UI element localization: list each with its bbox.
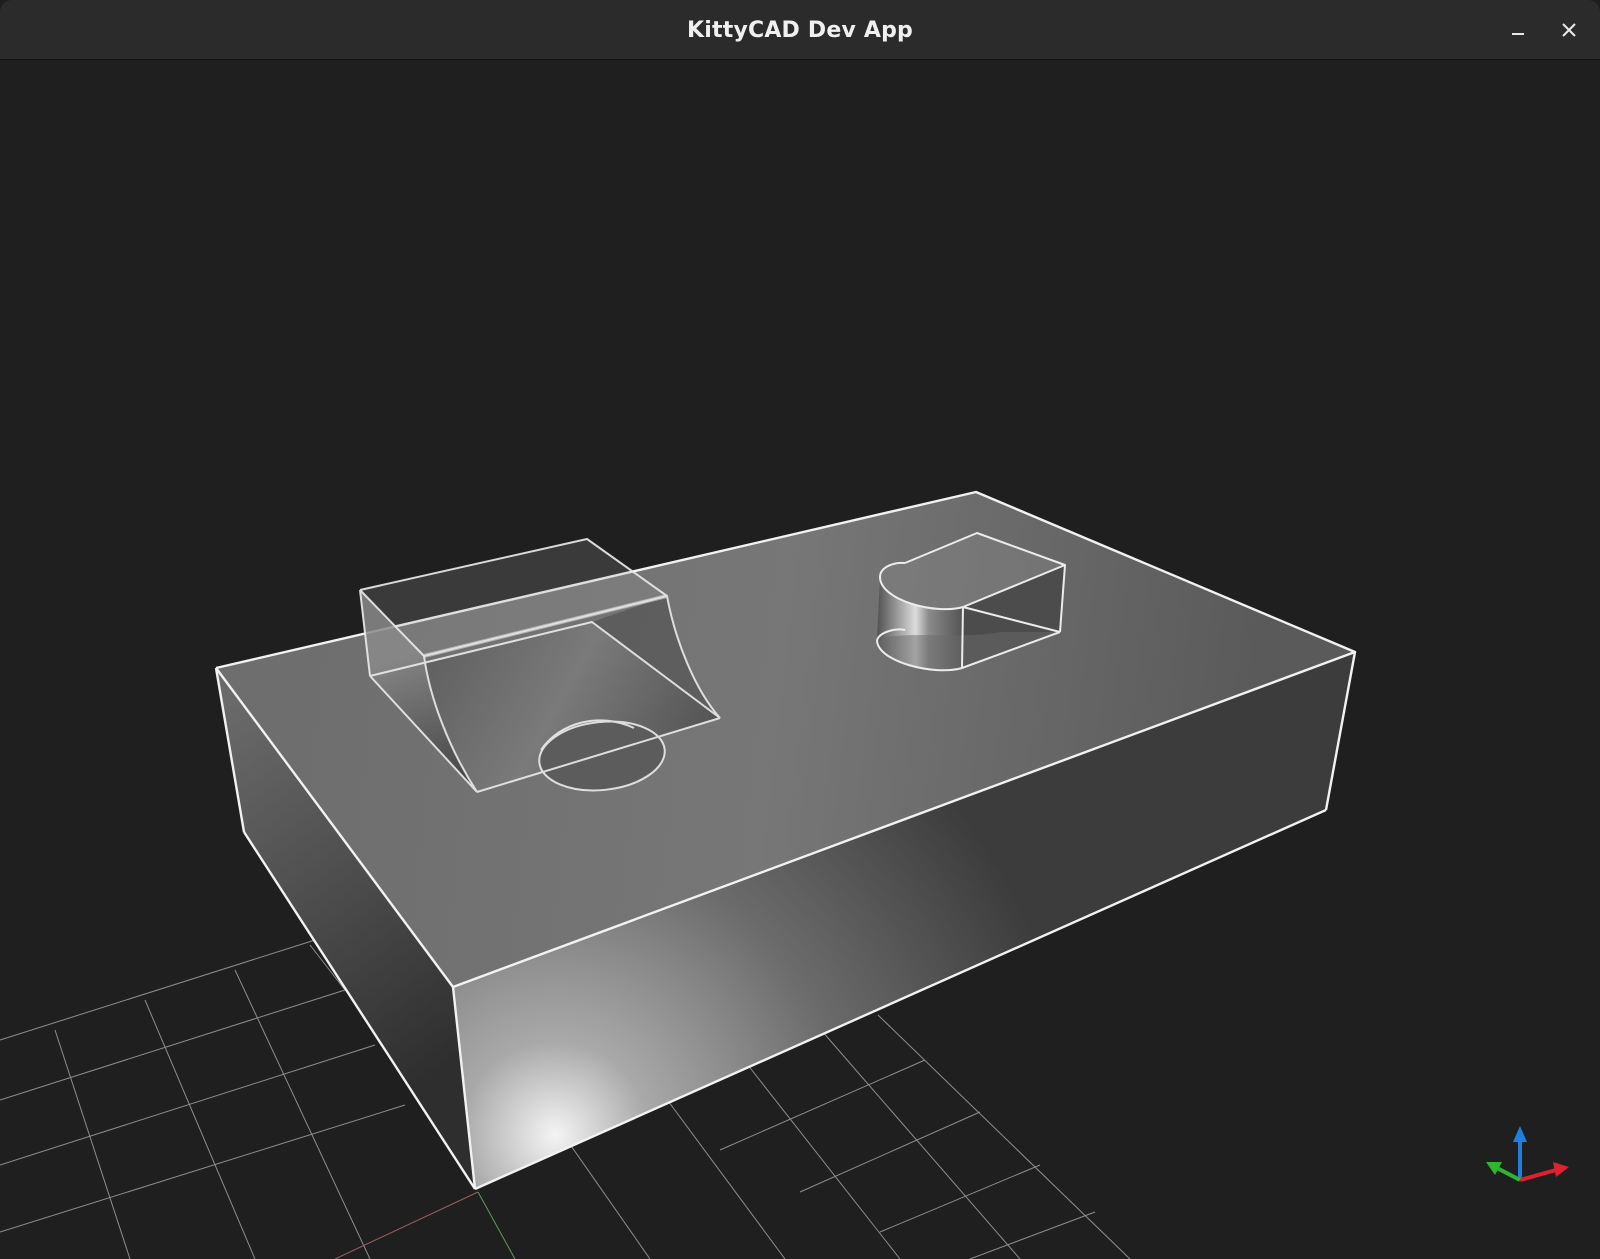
z-axis-arrow-icon [1513, 1126, 1527, 1142]
close-button[interactable] [1553, 14, 1585, 46]
title-bar[interactable]: KittyCAD Dev App [0, 0, 1600, 60]
x-axis [1519, 1168, 1557, 1182]
y-axis [1496, 1166, 1521, 1182]
3d-viewport[interactable] [0, 60, 1600, 1259]
minimize-button[interactable] [1502, 14, 1534, 46]
minimize-icon [1512, 33, 1524, 35]
app-window: KittyCAD Dev App [0, 0, 1600, 1259]
window-title: KittyCAD Dev App [687, 18, 913, 43]
close-icon [1562, 23, 1576, 37]
axis-gizmo[interactable] [1486, 1126, 1569, 1182]
x-axis-arrow-icon [1553, 1162, 1569, 1177]
scene[interactable] [0, 60, 1600, 1259]
